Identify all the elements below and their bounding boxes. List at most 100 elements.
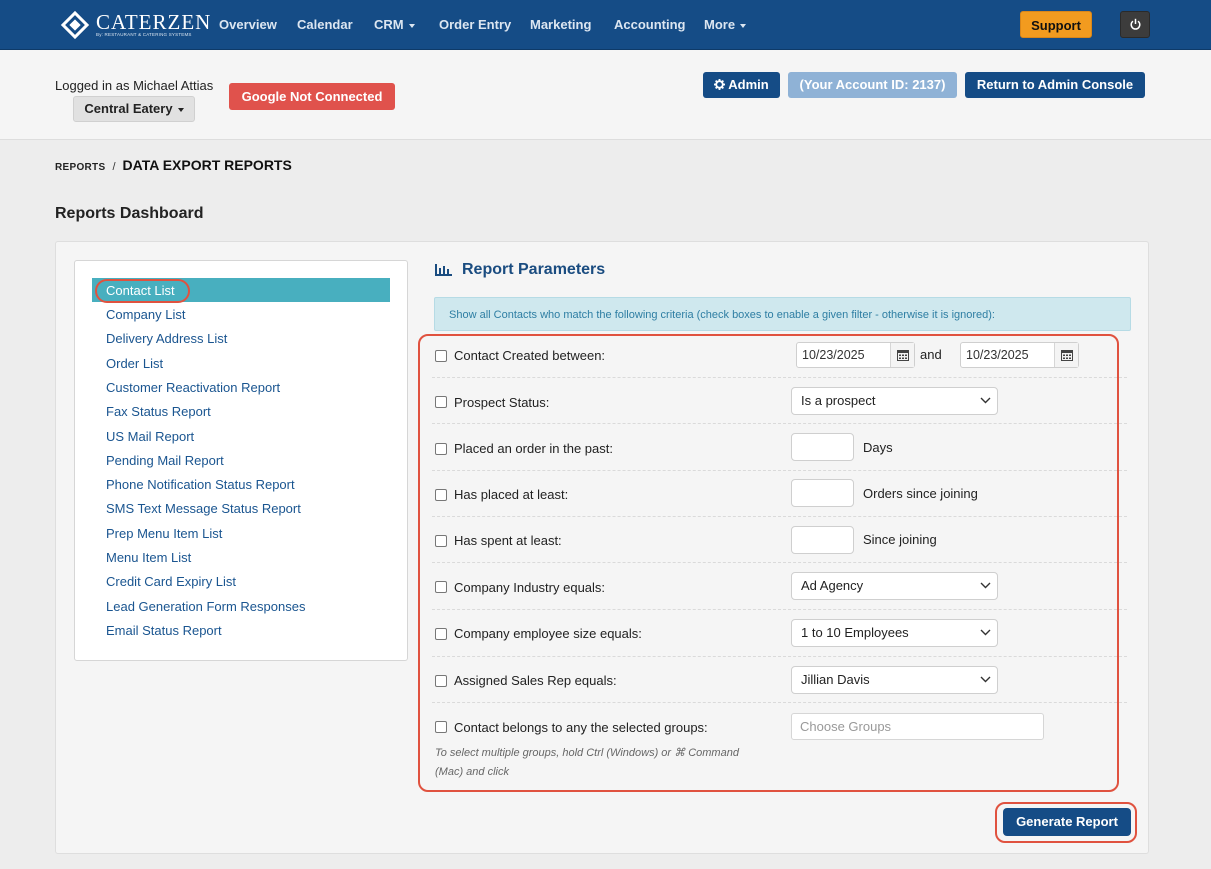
report-parameters-heading: Report Parameters — [434, 261, 605, 279]
sidebar-item-credit-card-expiry[interactable]: Credit Card Expiry List — [106, 574, 236, 589]
employee-size-value: 1 to 10 Employees — [801, 625, 909, 640]
breadcrumb-reports[interactable]: REPORTS — [55, 162, 105, 173]
row-divider — [432, 470, 1127, 471]
created-from-value: 10/23/2025 — [802, 348, 865, 362]
spent-unit-label: Since joining — [863, 532, 937, 547]
company-industry-checkbox[interactable] — [435, 581, 447, 593]
logo-name: CATERZEN — [96, 10, 212, 34]
criteria-info-box: Show all Contacts who match the followin… — [434, 297, 1131, 331]
bar-chart-icon — [435, 264, 452, 276]
chevron-down-icon — [980, 676, 991, 683]
breadcrumb-current: DATA EXPORT REPORTS — [122, 157, 292, 173]
row-divider — [432, 702, 1127, 703]
placed-order-past-checkbox[interactable] — [435, 443, 447, 455]
return-to-admin-console-button[interactable]: Return to Admin Console — [965, 72, 1145, 98]
row-divider — [432, 609, 1127, 610]
logo-tagline: By: RESTAURANT & CATERING SYSTEMS — [96, 32, 192, 37]
calendar-icon[interactable] — [1054, 343, 1078, 367]
chevron-down-icon — [980, 582, 991, 589]
employee-size-select[interactable]: 1 to 10 Employees — [791, 619, 998, 647]
sales-rep-value: Jillian Davis — [801, 672, 870, 687]
sidebar-item-fax-status[interactable]: Fax Status Report — [106, 404, 211, 419]
row-divider — [432, 562, 1127, 563]
nav-overview[interactable]: Overview — [219, 17, 277, 32]
spent-amount-input[interactable] — [791, 526, 854, 554]
breadcrumb: REPORTS / DATA EXPORT REPORTS — [55, 157, 292, 173]
has-placed-checkbox[interactable] — [435, 489, 447, 501]
company-industry-select[interactable]: Ad Agency — [791, 572, 998, 600]
top-navbar: CATERZEN By: RESTAURANT & CATERING SYSTE… — [0, 0, 1211, 50]
sidebar-item-order-list[interactable]: Order List — [106, 356, 163, 371]
groups-hint: To select multiple groups, hold Ctrl (Wi… — [435, 747, 739, 778]
has-placed-label: Has placed at least: — [454, 487, 569, 502]
power-icon — [1130, 18, 1141, 30]
choose-groups-input[interactable]: Choose Groups — [791, 713, 1044, 740]
sidebar-item-prep-menu-item[interactable]: Prep Menu Item List — [106, 526, 222, 541]
caterzen-logo[interactable]: CATERZEN By: RESTAURANT & CATERING SYSTE… — [60, 9, 211, 41]
nav-crm-label: CRM — [374, 17, 404, 32]
choose-groups-placeholder: Choose Groups — [800, 719, 892, 734]
days-input[interactable] — [791, 433, 854, 461]
sidebar-item-menu-item[interactable]: Menu Item List — [106, 550, 191, 565]
nav-order-entry[interactable]: Order Entry — [439, 17, 511, 32]
annotation-circle-contact-list — [95, 279, 190, 303]
nav-crm[interactable]: CRM — [374, 17, 415, 32]
row-divider — [432, 377, 1127, 378]
sidebar-item-lead-generation[interactable]: Lead Generation Form Responses — [106, 599, 305, 614]
nav-accounting[interactable]: Accounting — [614, 17, 686, 32]
support-button[interactable]: Support — [1020, 11, 1092, 38]
logout-button[interactable] — [1120, 11, 1150, 38]
and-label: and — [920, 347, 942, 362]
location-dropdown[interactable]: Central Eatery — [73, 96, 195, 122]
prospect-status-checkbox[interactable] — [435, 396, 447, 408]
account-id-badge: (Your Account ID: 2137) — [788, 72, 957, 98]
sidebar-item-delivery-address-list[interactable]: Delivery Address List — [106, 331, 227, 346]
admin-label: Admin — [728, 77, 769, 92]
prospect-status-label: Prospect Status: — [454, 395, 550, 410]
placed-order-past-label: Placed an order in the past: — [454, 441, 613, 456]
row-divider — [432, 656, 1127, 657]
gear-icon — [714, 79, 726, 90]
employee-size-checkbox[interactable] — [435, 628, 447, 640]
row-divider — [432, 423, 1127, 424]
sales-rep-checkbox[interactable] — [435, 675, 447, 687]
calendar-icon[interactable] — [890, 343, 914, 367]
sales-rep-label: Assigned Sales Rep equals: — [454, 673, 617, 688]
groups-checkbox[interactable] — [435, 721, 447, 733]
days-unit-label: Days — [863, 440, 893, 455]
created-from-date-input[interactable]: 10/23/2025 — [796, 342, 915, 368]
has-spent-label: Has spent at least: — [454, 533, 562, 548]
google-status-button[interactable]: Google Not Connected — [229, 83, 395, 110]
prospect-status-value: Is a prospect — [801, 393, 876, 408]
row-divider — [432, 516, 1127, 517]
company-industry-label: Company Industry equals: — [454, 580, 606, 595]
prospect-status-select[interactable]: Is a prospect — [791, 387, 998, 415]
chevron-down-icon — [408, 23, 415, 28]
nav-marketing[interactable]: Marketing — [530, 17, 591, 32]
orders-unit-label: Orders since joining — [863, 486, 978, 501]
employee-size-label: Company employee size equals: — [454, 626, 642, 641]
sidebar-item-customer-reactivation[interactable]: Customer Reactivation Report — [106, 380, 280, 395]
sidebar-item-sms-status[interactable]: SMS Text Message Status Report — [106, 501, 301, 516]
orders-count-input[interactable] — [791, 479, 854, 507]
sidebar-item-email-status[interactable]: Email Status Report — [106, 623, 222, 638]
admin-button[interactable]: Admin — [703, 72, 780, 98]
location-label: Central Eatery — [84, 101, 173, 116]
sales-rep-select[interactable]: Jillian Davis — [791, 666, 998, 694]
nav-calendar[interactable]: Calendar — [297, 17, 353, 32]
groups-label: Contact belongs to any the selected grou… — [454, 720, 708, 735]
sidebar-item-phone-notification[interactable]: Phone Notification Status Report — [106, 477, 295, 492]
sidebar-item-us-mail[interactable]: US Mail Report — [106, 429, 194, 444]
page-title: Reports Dashboard — [55, 205, 204, 222]
has-spent-checkbox[interactable] — [435, 535, 447, 547]
contact-created-label: Contact Created between: — [454, 348, 606, 363]
sidebar-item-pending-mail[interactable]: Pending Mail Report — [106, 453, 224, 468]
breadcrumb-separator: / — [112, 161, 116, 173]
sidebar-item-company-list[interactable]: Company List — [106, 307, 185, 322]
nav-more[interactable]: More — [704, 17, 747, 32]
chevron-down-icon — [980, 397, 991, 404]
created-to-value: 10/23/2025 — [966, 348, 1029, 362]
contact-created-checkbox[interactable] — [435, 350, 447, 362]
created-to-date-input[interactable]: 10/23/2025 — [960, 342, 1079, 368]
chevron-down-icon — [980, 629, 991, 636]
